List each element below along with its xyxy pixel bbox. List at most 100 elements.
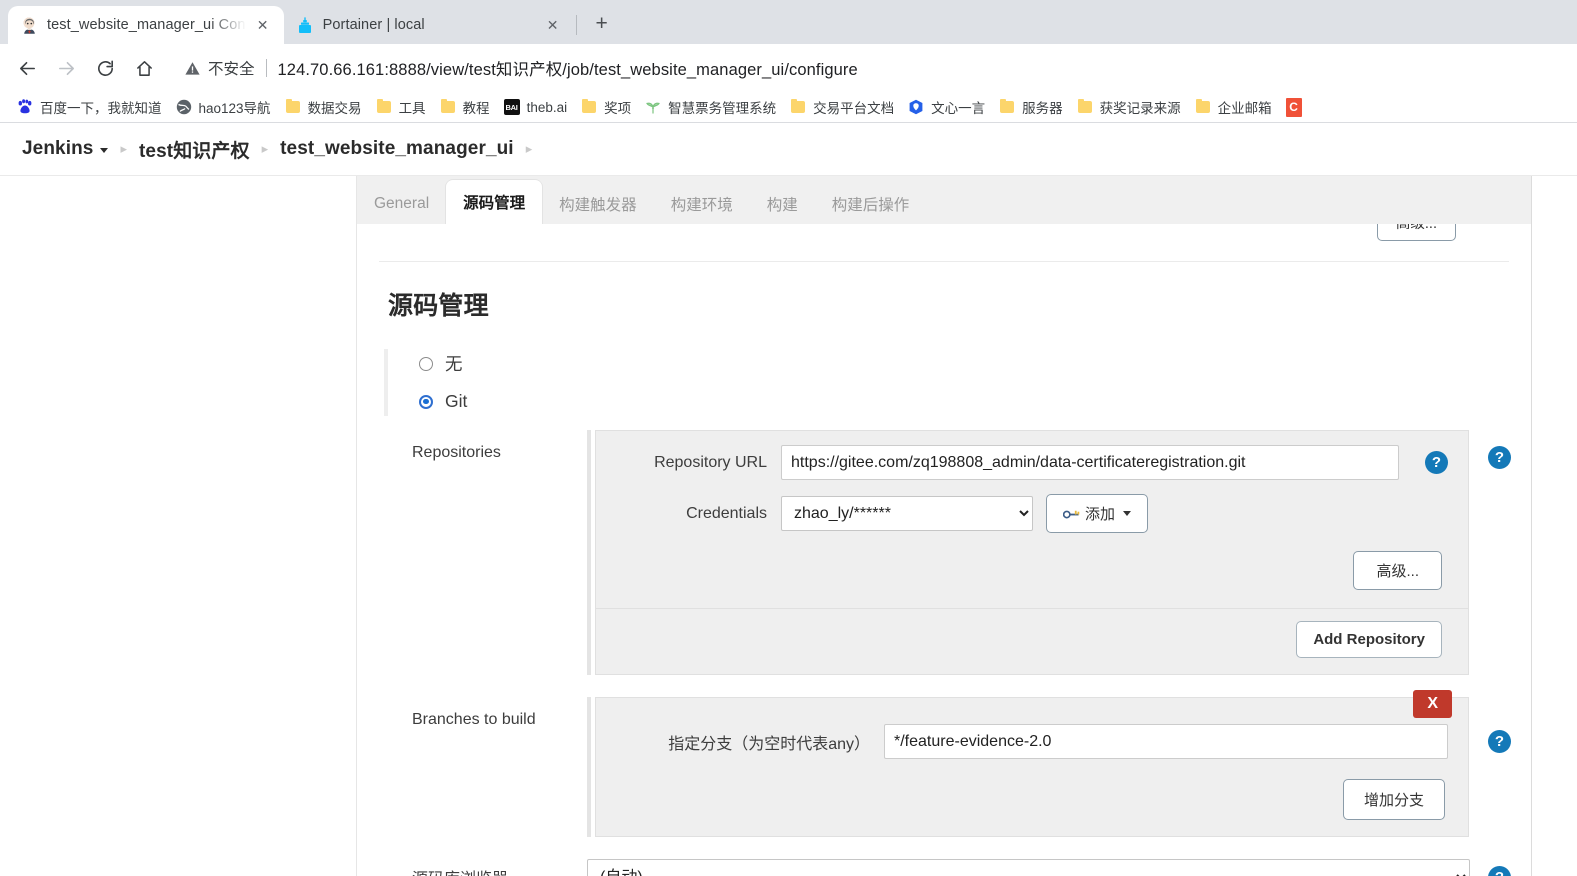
page-body: 高级... General 源码管理 构建触发器 构建环境 构建 构建后操作 源… [0,176,1577,876]
tab-general[interactable]: General [357,184,446,224]
credentials-row: Credentials zhao_ly/****** 添加 [616,494,1448,533]
scm-option-none[interactable]: 无 [419,349,1531,378]
bookmark-enterprise-mail[interactable]: 企业邮箱 [1188,95,1279,119]
globe-icon [176,99,192,115]
add-repository-block: Add Repository [595,609,1469,675]
bookmark-c[interactable]: C [1279,95,1309,119]
bookmark-label: 获奖记录来源 [1099,101,1181,116]
bookmark-label: 工具 [398,101,426,116]
bookmark-ticket-system[interactable]: 智慧票务管理系统 [638,95,783,119]
bookmark-label: 服务器 [1022,101,1063,116]
bookmark-label: 交易平台文档 [813,101,895,116]
bookmark-baidu[interactable]: 百度一下，我就知道 [10,95,169,119]
breadcrumb: Jenkins ▸ test知识产权 ▸ test_website_manage… [0,123,1577,176]
portainer-favicon-icon [296,16,314,34]
home-icon[interactable] [127,51,161,85]
repository-url-label: Repository URL [654,453,767,471]
folder-icon [790,98,806,115]
warning-triangle-icon [184,60,201,77]
bookmark-servers[interactable]: 服务器 [992,95,1070,119]
add-branch-button[interactable]: 增加分支 [1342,779,1445,820]
branch-spec-input[interactable] [884,724,1448,759]
close-icon[interactable]: ✕ [252,14,274,36]
browser-tab-active[interactable]: test_website_manager_ui Con ✕ [8,6,284,44]
bookmark-hao123[interactable]: hao123导航 [169,95,278,119]
breadcrumb-separator-icon: ▸ [120,141,127,156]
credentials-select[interactable]: zhao_ly/****** [781,496,1033,531]
branch-spec-row: 指定分支（为空时代表any） [616,724,1448,759]
add-credential-label: 添加 [1085,506,1116,523]
browser-toolbar: 不安全 124.70.66.161:8888/view/test知识产权/job… [0,44,1577,92]
bookmark-data-trade[interactable]: 数据交易 [278,95,369,119]
bookmark-awards[interactable]: 奖项 [574,95,638,119]
c-square-letter: C [1285,97,1302,117]
chevron-down-icon [1123,511,1132,516]
help-icon[interactable]: ? [1488,446,1511,469]
back-arrow-icon[interactable] [10,51,44,85]
radio-label: Git [445,391,468,411]
reload-icon[interactable] [88,51,122,85]
tab-build-triggers[interactable]: 构建触发器 [542,184,654,224]
bookmark-label: 企业邮箱 [1217,101,1272,116]
right-gutter [1532,176,1577,876]
radio-git[interactable] [419,394,433,409]
wenxin-icon [908,99,924,115]
tab-build[interactable]: 构建 [750,184,815,224]
folder-icon [1195,98,1211,115]
repositories-block: Repository URL ? Credentials zhao_ly/***… [595,430,1469,609]
scm-option-git[interactable]: Git [419,387,1531,416]
browser-tab-portainer[interactable]: Portainer | local ✕ [283,6,574,44]
folder-icon [581,98,597,115]
tab-build-environment[interactable]: 构建环境 [654,184,750,224]
advanced-button[interactable]: 高级... [1353,551,1442,590]
scm-radio-group: 无 Git [384,349,1531,416]
add-repository-button[interactable]: Add Repository [1296,621,1442,658]
radio-label: 无 [445,354,463,374]
bookmark-label: 奖项 [604,101,632,116]
jenkins-favicon-icon [20,16,38,34]
bookmark-award-records[interactable]: 获奖记录来源 [1070,95,1188,119]
delete-branch-button[interactable]: X [1413,690,1452,718]
bookmark-label: hao123导航 [198,101,271,116]
add-credential-button[interactable]: 添加 [1046,494,1149,533]
breadcrumb-separator-icon: ▸ [525,141,533,156]
bookmark-wenxin[interactable]: 文心一言 [901,95,992,119]
branch-spec-label: 指定分支（为空时代表any） [668,735,870,753]
radio-none[interactable] [419,356,433,371]
breadcrumb-item-view[interactable]: test知识产权 [139,136,250,163]
bookmark-label: 百度一下，我就知道 [40,101,162,116]
help-icon[interactable]: ? [1488,865,1511,876]
repositories-label: Repositories [412,444,501,461]
security-status-label: 不安全 [208,61,255,78]
url-text: 124.70.66.161:8888/view/test知识产权/job/tes… [277,61,858,79]
bookmark-label: 智慧票务管理系统 [668,101,777,116]
folder-icon [376,98,392,115]
bookmark-tools[interactable]: 工具 [369,95,433,119]
repository-url-input[interactable] [781,445,1399,480]
breadcrumb-separator-icon: ▸ [261,141,269,156]
breadcrumb-item-jenkins[interactable]: Jenkins [22,138,109,160]
breadcrumb-item-job[interactable]: test_website_manager_ui [280,138,514,160]
tab-post-build-actions[interactable]: 构建后操作 [815,184,927,224]
address-bar[interactable]: 不安全 124.70.66.161:8888/view/test知识产权/job… [172,51,1567,85]
bookmark-trade-docs[interactable]: 交易平台文档 [783,95,901,119]
repository-browser-row: 源码库浏览器 (自动) ? [357,859,1531,876]
bookmark-label: 文心一言 [931,101,986,116]
help-icon[interactable]: ? [1488,730,1511,753]
theb-ai-icon: BAI [503,99,520,115]
repository-browser-select[interactable]: (自动) [587,859,1470,876]
new-tab-button[interactable]: + [587,9,617,39]
folder-icon [285,98,301,115]
help-icon[interactable]: ? [1425,451,1448,474]
folder-icon [1077,98,1093,115]
leaf-icon [645,99,661,115]
branches-to-build-row: Branches to build X 指定分支（为空时代表any） 增加分支 [357,690,1531,837]
close-icon[interactable]: ✕ [542,14,564,36]
tab-source-code-management[interactable]: 源码管理 [446,180,543,224]
bookmark-tutorial[interactable]: 教程 [433,95,497,119]
chevron-down-icon[interactable] [100,148,109,153]
configure-form-panel: 高级... General 源码管理 构建触发器 构建环境 构建 构建后操作 源… [356,176,1532,876]
folder-icon [999,98,1015,115]
bookmark-theb-ai[interactable]: BAI theb.ai [497,95,575,119]
baidu-icon [17,99,33,115]
